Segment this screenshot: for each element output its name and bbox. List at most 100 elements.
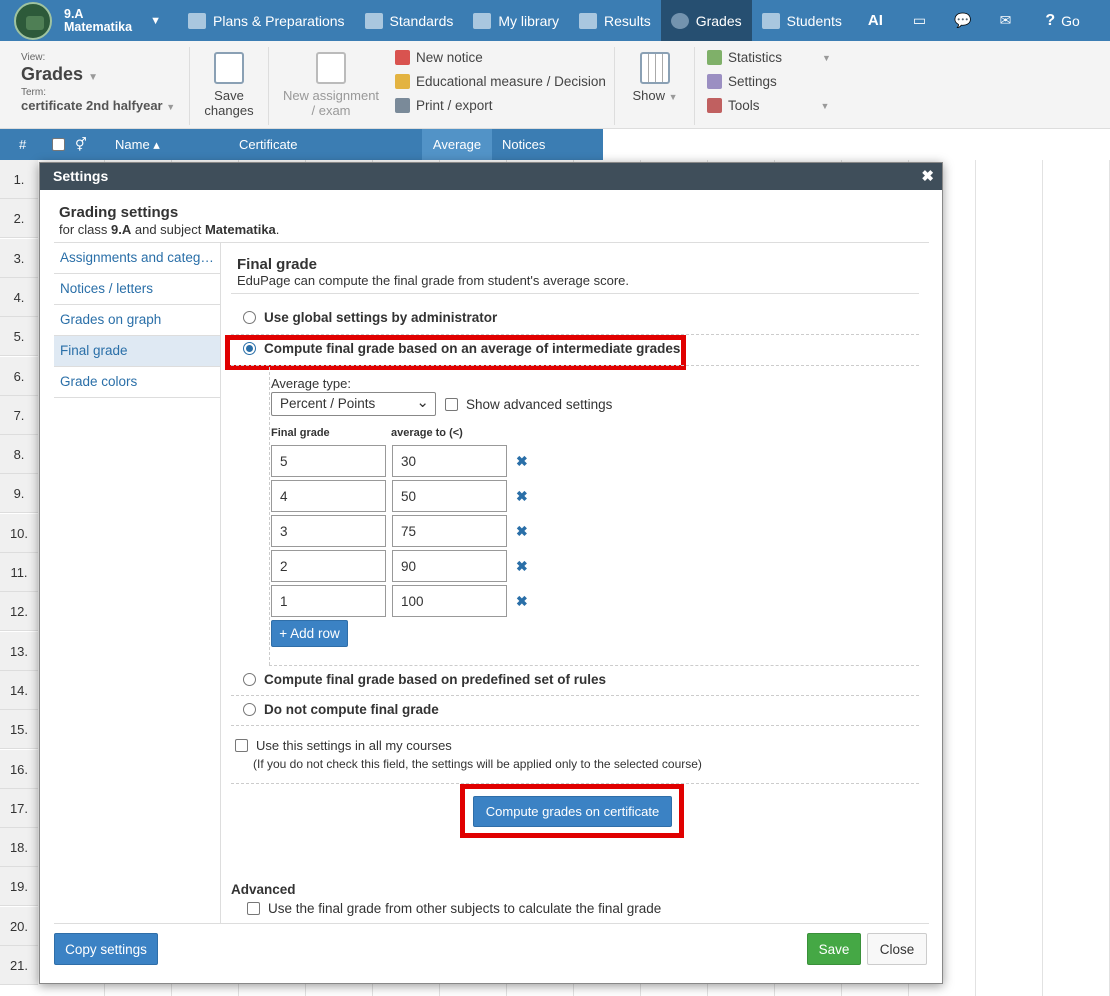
delete-row-icon[interactable]: ✖: [516, 453, 528, 470]
statistics-menu[interactable]: Statistics ▼: [707, 50, 831, 65]
col-number: #: [19, 137, 27, 152]
use-in-all-courses-note: (If you do not check this field, the set…: [253, 757, 702, 771]
nav-ai[interactable]: AI: [852, 0, 899, 41]
help-icon[interactable]: ?: [1025, 0, 1061, 41]
show-advanced-checkbox[interactable]: Show advanced settings: [445, 397, 612, 412]
settings-button[interactable]: Settings: [707, 74, 777, 89]
chevron-down-icon: ▼: [822, 52, 831, 63]
row-number: 17.: [0, 788, 38, 828]
sidebar-item-assignments[interactable]: Assignments and categ…: [54, 243, 220, 274]
average-to-input[interactable]: 90: [392, 550, 507, 582]
nav-overflow[interactable]: Go: [1061, 0, 1080, 41]
nav-library[interactable]: My library: [463, 0, 569, 41]
nav-grades[interactable]: Grades: [660, 0, 752, 41]
table-icon: [640, 52, 670, 84]
average-to-input[interactable]: 50: [392, 480, 507, 512]
show-button[interactable]: Show ▼: [627, 52, 683, 105]
nav-plans[interactable]: Plans & Preparations: [178, 0, 355, 41]
row-number: 10.: [0, 513, 38, 553]
view-selector[interactable]: View: Grades ▼ Term: certificate 2nd hal…: [21, 52, 175, 113]
final-grade-input[interactable]: 4: [271, 480, 386, 512]
tools-menu[interactable]: Tools ▼: [707, 98, 829, 113]
col-average[interactable]: Average: [422, 129, 492, 160]
new-assignment-button[interactable]: New assignment / exam: [279, 52, 383, 118]
bar-chart-icon: [579, 12, 598, 29]
final-grade-input[interactable]: 3: [271, 515, 386, 547]
grading-settings-subtitle: for class 9.A and subject Matematika.: [59, 222, 280, 237]
statistics-icon: [707, 50, 722, 65]
chevron-down-icon: ▼: [150, 14, 161, 27]
average-type-label: Average type:: [271, 376, 351, 391]
sidebar-item-grade-colors[interactable]: Grade colors: [54, 367, 220, 398]
row-number: 14.: [0, 670, 38, 710]
nav-students[interactable]: Students: [752, 0, 852, 41]
delete-row-icon[interactable]: ✖: [516, 593, 528, 610]
col-name[interactable]: Name ▴: [115, 137, 160, 153]
select-all-checkbox[interactable]: [52, 138, 65, 154]
average-type-select[interactable]: Percent / Points: [271, 392, 436, 416]
row-number: 3.: [0, 238, 38, 278]
use-in-all-courses-checkbox[interactable]: Use this settings in all my courses: [235, 738, 452, 753]
sidebar-item-notices[interactable]: Notices / letters: [54, 274, 220, 305]
header-average-to: average to (<): [391, 427, 463, 439]
nav-standards[interactable]: Standards: [355, 0, 464, 41]
copy-settings-button[interactable]: Copy settings: [54, 933, 158, 965]
nav-results[interactable]: Results: [569, 0, 661, 41]
chat-icon[interactable]: 💬: [940, 0, 985, 41]
briefcase-icon: [188, 12, 206, 29]
delete-row-icon[interactable]: ✖: [516, 488, 528, 505]
row-number: 21.: [0, 946, 38, 985]
cast-icon[interactable]: ▭: [899, 0, 940, 41]
educational-measure-button[interactable]: Educational measure / Decision: [395, 74, 606, 89]
view-label: View:: [21, 52, 46, 63]
use-other-subjects-checkbox[interactable]: Use the final grade from other subjects …: [247, 901, 661, 916]
header-final-grade: Final grade: [271, 427, 330, 439]
row-number: 15.: [0, 710, 38, 750]
row-number: 8.: [0, 435, 38, 475]
grading-settings-title: Grading settings: [59, 204, 179, 221]
average-to-input[interactable]: 75: [392, 515, 507, 547]
sidebar-item-graph[interactable]: Grades on graph: [54, 305, 220, 336]
radio-global-settings[interactable]: Use global settings by administrator: [243, 310, 497, 325]
row-number: 13.: [0, 631, 38, 671]
row-number: 2.: [0, 199, 38, 239]
new-notice-button[interactable]: New notice: [395, 50, 483, 65]
radio-average[interactable]: Compute final grade based on an average …: [243, 341, 680, 356]
delete-row-icon[interactable]: ✖: [516, 523, 528, 540]
radio-do-not-compute[interactable]: Do not compute final grade: [243, 702, 439, 717]
gender-icon[interactable]: ⚥: [75, 137, 87, 153]
settings-dialog: Settings ✖ Grading settings for class 9.…: [39, 162, 943, 984]
radio-predefined-rules[interactable]: Compute final grade based on predefined …: [243, 672, 606, 687]
row-number: 7.: [0, 395, 38, 435]
row-number: 11.: [0, 553, 38, 592]
term-value[interactable]: certificate 2nd halfyear: [21, 98, 163, 113]
view-value: Grades: [21, 64, 84, 84]
final-grade-input[interactable]: 1: [271, 585, 386, 617]
save-button[interactable]: Save: [807, 933, 861, 965]
row-number: 1.: [0, 160, 38, 199]
save-icon: [214, 52, 244, 84]
close-icon[interactable]: ✖: [921, 167, 934, 185]
add-row-button[interactable]: + Add row: [271, 620, 348, 647]
average-to-input[interactable]: 30: [392, 445, 507, 477]
final-grade-input[interactable]: 5: [271, 445, 386, 477]
class-selector[interactable]: 9.A Matematika ▼: [0, 0, 178, 41]
save-changes-button[interactable]: Save changes: [199, 52, 259, 118]
calendar-add-icon: [316, 52, 346, 84]
class-name: 9.A: [64, 6, 84, 21]
close-button[interactable]: Close: [867, 933, 927, 965]
library-icon: [473, 12, 492, 29]
shield-icon: [364, 12, 383, 29]
final-grade-input[interactable]: 2: [271, 550, 386, 582]
sidebar-item-final-grade[interactable]: Final grade: [54, 336, 220, 367]
term-label: Term:: [21, 87, 46, 98]
col-notices[interactable]: Notices: [502, 137, 545, 152]
average-to-input[interactable]: 100: [392, 585, 507, 617]
mail-icon[interactable]: ✉: [986, 0, 1026, 41]
print-export-button[interactable]: Print / export: [395, 98, 493, 113]
advanced-title: Advanced: [231, 882, 296, 897]
col-certificate[interactable]: Certificate: [239, 137, 298, 152]
grades-icon: [670, 12, 689, 29]
delete-row-icon[interactable]: ✖: [516, 558, 528, 575]
compute-grades-button[interactable]: Compute grades on certificate: [473, 796, 672, 827]
